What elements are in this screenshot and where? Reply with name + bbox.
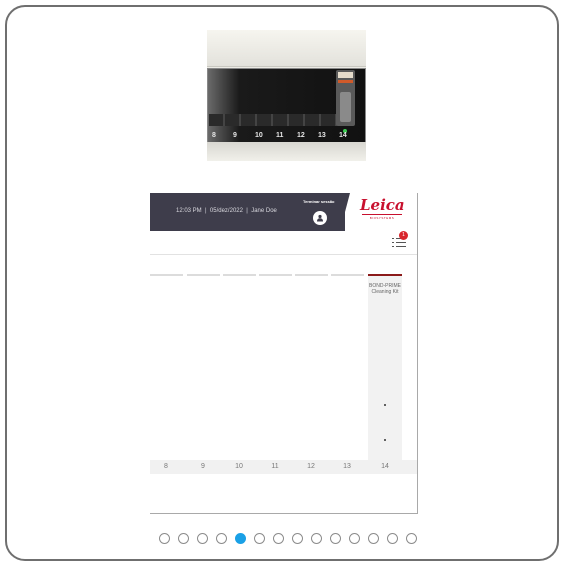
- instrument-slot-number: 14: [339, 132, 347, 139]
- pagination-dot[interactable]: [178, 533, 189, 544]
- header-bar-edge: [340, 193, 350, 231]
- header-user: Jane Doe: [251, 208, 277, 214]
- slot-14-label-line2: Cleaning Kit: [371, 289, 399, 295]
- slot-dot: [384, 404, 386, 406]
- instrument-slot-number: 12: [297, 132, 305, 139]
- user-icon: [317, 214, 323, 222]
- pagination-dot[interactable]: [254, 533, 265, 544]
- instrument-slot-row: [209, 114, 337, 126]
- pagination-dot[interactable]: [159, 533, 170, 544]
- pagination-dot[interactable]: [197, 533, 208, 544]
- header-time: 12:03 PM: [176, 208, 202, 214]
- slot-tab[interactable]: [295, 274, 328, 276]
- instrument-slot-number: 8: [212, 132, 216, 139]
- instrument-slot-number: 13: [318, 132, 326, 139]
- pagination-dot[interactable]: [349, 533, 360, 544]
- slot-tab[interactable]: [331, 274, 364, 276]
- list-icon-line: [396, 242, 406, 243]
- header-date: 05/dez/2022: [209, 208, 243, 214]
- list-icon-dot: [392, 246, 394, 247]
- notification-badge: 1: [399, 231, 408, 240]
- slot-tab[interactable]: [223, 274, 256, 276]
- pagination-dot[interactable]: [311, 533, 322, 544]
- user-avatar-button[interactable]: [313, 211, 327, 225]
- pagination-dot[interactable]: [216, 533, 227, 544]
- header-clock: 12:03 PM | 05/dez/2022 | Jane Doe: [176, 208, 277, 214]
- pagination-dot[interactable]: [387, 533, 398, 544]
- slot-number: 10: [235, 463, 243, 470]
- slot-dot: [384, 439, 386, 441]
- slot-number: 11: [271, 463, 279, 470]
- slot-number: 14: [381, 463, 389, 470]
- list-icon-dot: [392, 242, 394, 243]
- logo-subtitle: BIOSYSTEMS: [369, 216, 395, 220]
- header-divider: [150, 254, 417, 255]
- instrument-lid: [207, 30, 366, 67]
- pagination-dot[interactable]: [292, 533, 303, 544]
- cartridge-label: [338, 72, 353, 78]
- cartridge-body: [340, 92, 351, 122]
- slot-number-bar: 8 9 10 11 12 13 14: [150, 460, 417, 474]
- pagination-dot[interactable]: [368, 533, 379, 544]
- slot-14-reagent-label: BOND-PRIME Cleaning Kit: [368, 283, 402, 295]
- slot-number: 13: [343, 463, 351, 470]
- leica-logo: Leica BIOSYSTEMS: [360, 196, 405, 228]
- slot-14-column[interactable]: BOND-PRIME Cleaning Kit: [368, 276, 402, 460]
- slot-number: 9: [201, 463, 205, 470]
- slot-tab[interactable]: [259, 274, 292, 276]
- software-screen: 12:03 PM | 05/dez/2022 | Jane Doe Termin…: [150, 193, 418, 514]
- logout-link[interactable]: Terminar sessão: [303, 199, 335, 204]
- logo-brand: Leica: [360, 196, 405, 214]
- cartridge-stripe: [338, 80, 353, 83]
- slot-number: 12: [307, 463, 315, 470]
- instrument-slot-number: 10: [255, 132, 263, 139]
- list-icon-dot: [392, 238, 394, 239]
- pagination-dot[interactable]: [406, 533, 417, 544]
- logo-rule: [362, 214, 402, 215]
- header-bar: 12:03 PM | 05/dez/2022 | Jane Doe Termin…: [150, 193, 345, 231]
- pagination-dot[interactable]: [330, 533, 341, 544]
- slot-tab[interactable]: [150, 274, 183, 276]
- list-icon-line: [396, 246, 406, 247]
- instrument-slot-number: 9: [233, 132, 237, 139]
- cleaning-kit-cartridge: [336, 70, 355, 126]
- pagination-dot-active[interactable]: [235, 533, 246, 544]
- instrument-base: [207, 142, 366, 161]
- instrument-image: 8 9 10 11 12 13 14: [207, 30, 366, 161]
- slot-tab[interactable]: [187, 274, 220, 276]
- pagination-dot[interactable]: [273, 533, 284, 544]
- slot-number: 8: [164, 463, 168, 470]
- instrument-slot-number: 11: [276, 132, 284, 139]
